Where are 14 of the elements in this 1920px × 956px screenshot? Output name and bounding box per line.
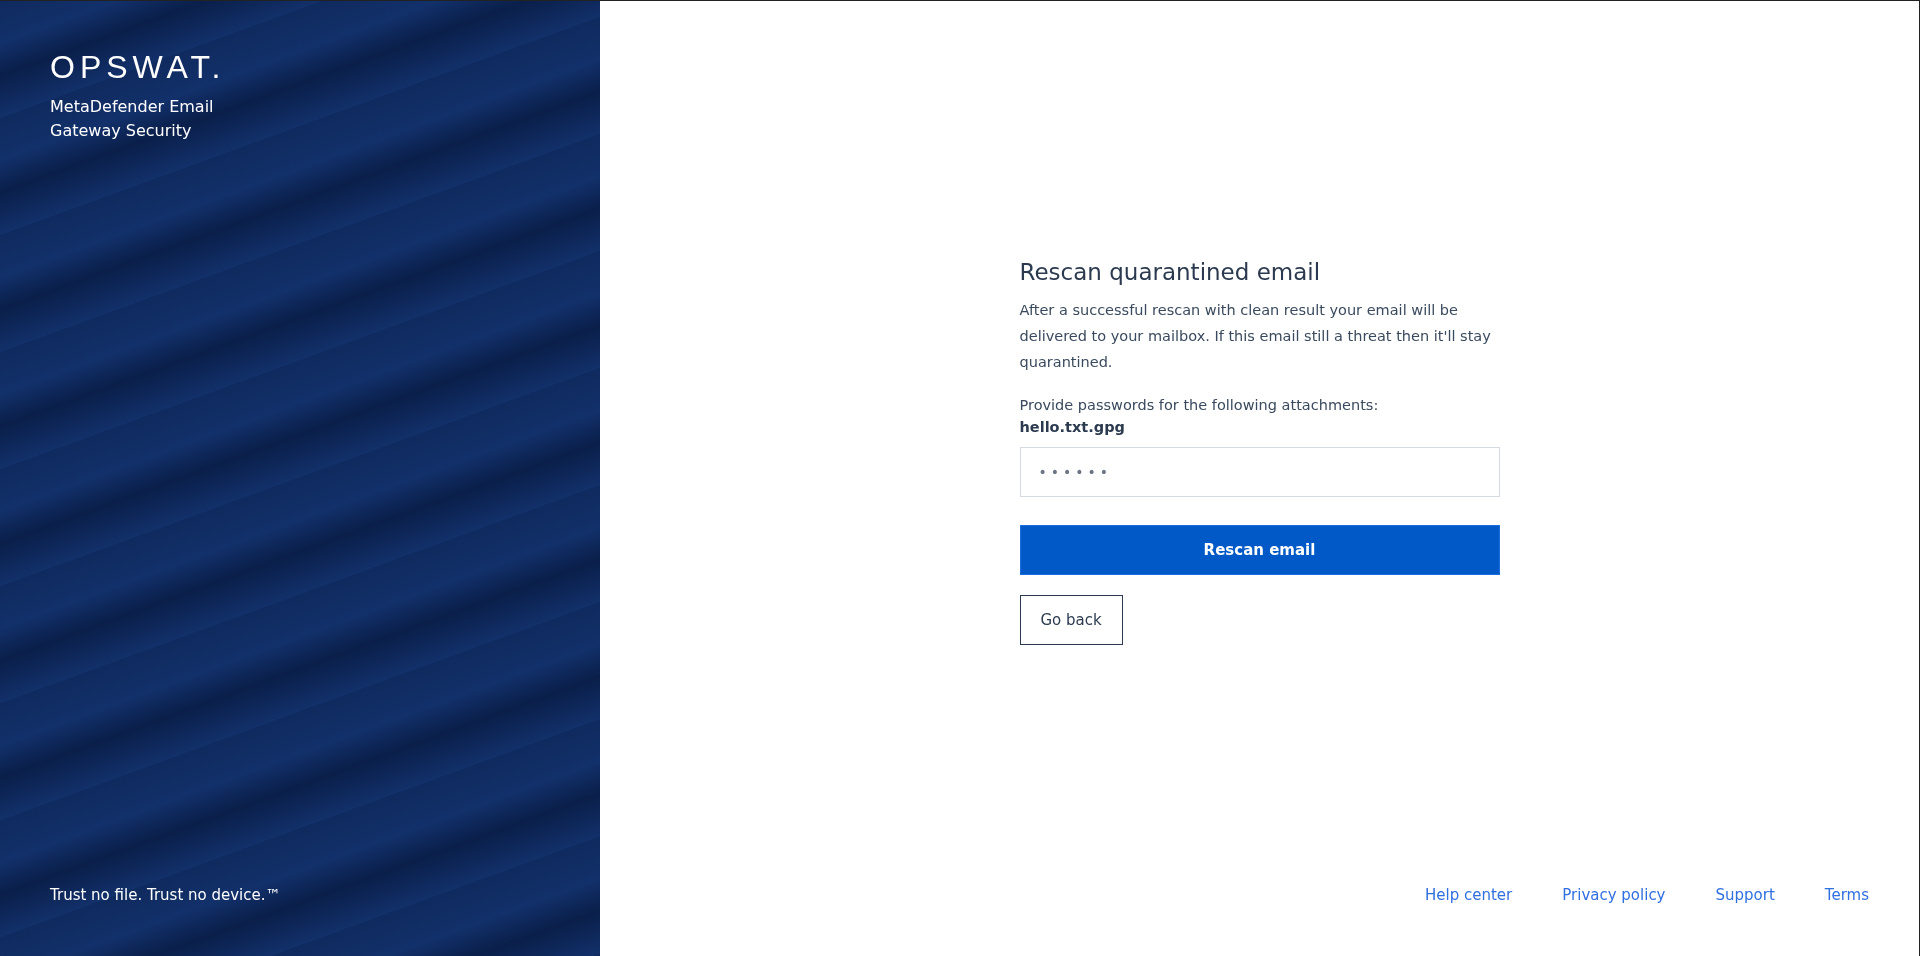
description: After a successful rescan with clean result your email will be delivered to your mailbox. If this email still a threat then it'll stay quarantined. <box>1019 301 1492 372</box>
footer-link[interactable]: Help center <box>1425 886 1513 904</box>
tagline: Trust no file. Trust no device.™ <box>50 886 282 904</box>
footer-link[interactable]: Privacy policy <box>1562 886 1666 904</box>
attachment-name: hello.txt.gpg <box>1019 419 1126 435</box>
form-title: Rescan quarantined email <box>1019 259 1322 285</box>
rescan-button[interactable]: Rescan email <box>1019 525 1500 575</box>
footer-link[interactable]: Terms <box>1824 886 1869 904</box>
go-back-button[interactable]: Go back <box>1019 595 1123 645</box>
footer-link[interactable]: Support <box>1715 886 1775 904</box>
product-name: MetaDefender Email Gateway Security <box>50 96 215 142</box>
logo: OPSWAT. <box>50 51 227 83</box>
password-field[interactable]: •••••• <box>1019 447 1500 497</box>
prompt-text: Provide passwords for the following attachments: <box>1019 397 1380 413</box>
